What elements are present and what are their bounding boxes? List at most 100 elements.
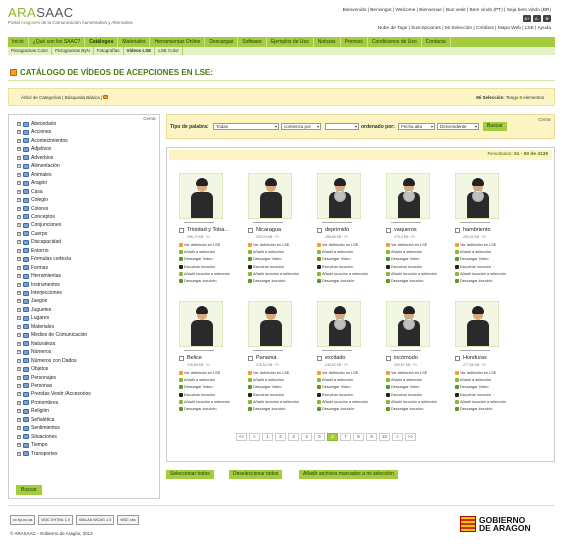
expand-icon[interactable]: + xyxy=(17,189,21,194)
expand-icon[interactable]: + xyxy=(17,324,21,329)
tree-item[interactable]: + Colegio xyxy=(17,197,48,203)
tree-item-label[interactable]: Señalética xyxy=(31,417,54,423)
tree-item[interactable]: + Fórmulas cortesía xyxy=(17,256,71,262)
video-controls[interactable] xyxy=(248,220,292,224)
tree-item[interactable]: + Colores xyxy=(17,206,48,212)
tree-item-label[interactable]: Pronombres xyxy=(31,400,58,406)
result-action-label[interactable]: Ver definición en LSE xyxy=(184,243,220,247)
tree-item[interactable]: + Transportes xyxy=(17,451,58,457)
result-action[interactable]: Añadir locución a selección xyxy=(317,271,368,276)
result-action[interactable]: Escuchar locución xyxy=(386,264,422,269)
result-action[interactable]: Ver definición en LSE xyxy=(248,243,289,247)
tree-item-label[interactable]: Tiempo xyxy=(31,442,48,448)
result-action-label[interactable]: Añadir a selección xyxy=(253,250,284,254)
result-action[interactable]: Descargar Vídeo xyxy=(317,385,351,390)
tree-item[interactable]: + Personajes xyxy=(17,375,56,381)
tree-item-label[interactable]: Personajes xyxy=(31,375,56,381)
result-action[interactable]: Ver definición en LSE xyxy=(248,371,289,375)
video-progress-bar[interactable] xyxy=(184,221,214,223)
expand-icon[interactable]: + xyxy=(17,299,21,304)
contrast-button[interactable]: ⊕ xyxy=(543,15,551,22)
result-action-label[interactable]: Descargar locución xyxy=(253,407,286,411)
tree-item-label[interactable]: Materiales xyxy=(31,324,54,330)
result-action-label[interactable]: Escuchar locución xyxy=(184,393,215,397)
result-word[interactable]: vaqueros xyxy=(394,227,417,233)
result-word[interactable]: excitado xyxy=(325,355,346,361)
result-action[interactable]: Escuchar locución xyxy=(455,392,491,397)
result-action-label[interactable]: Descargar Vídeo xyxy=(253,385,282,389)
page-link[interactable]: 3 xyxy=(288,433,299,441)
result-action-label[interactable]: Descargar Vídeo xyxy=(322,385,351,389)
expand-icon[interactable]: + xyxy=(17,147,21,152)
result-action-label[interactable]: Escuchar locución xyxy=(322,393,353,397)
tree-item-label[interactable]: Transportes xyxy=(31,451,58,457)
tree-item-label[interactable]: Juguetes xyxy=(31,307,51,313)
video-thumbnail[interactable] xyxy=(455,301,499,347)
expand-icon[interactable]: + xyxy=(17,375,21,380)
video-progress-bar[interactable] xyxy=(322,221,352,223)
result-action-label[interactable]: Descargar Vídeo xyxy=(391,257,420,261)
result-action[interactable]: Descargar Vídeo xyxy=(179,385,213,390)
page-link[interactable]: 5 xyxy=(314,433,325,441)
result-action-label[interactable]: Escuchar locución xyxy=(184,265,215,269)
result-action-label[interactable]: Descargar locución xyxy=(460,407,493,411)
result-action[interactable]: Ver definición en LSE xyxy=(455,371,496,375)
subnav-item[interactable]: Vídeos LSE xyxy=(124,47,156,55)
result-action-label[interactable]: Descargar Vídeo xyxy=(391,385,420,389)
video-progress-bar[interactable] xyxy=(391,221,421,223)
expand-icon[interactable]: + xyxy=(17,291,21,295)
tree-item-label[interactable]: Personas xyxy=(31,383,52,389)
result-action[interactable]: Añadir a selección xyxy=(455,250,491,255)
expand-icon[interactable]: + xyxy=(17,240,21,245)
result-action-label[interactable]: Descargar Vídeo xyxy=(460,385,489,389)
select-all-button[interactable]: Seleccionar todos xyxy=(166,470,214,479)
result-action[interactable]: Descargar locución xyxy=(317,407,355,411)
result-action[interactable]: Escuchar locución xyxy=(248,392,284,397)
nav-item[interactable]: Contacta xyxy=(422,37,451,47)
result-action[interactable]: Añadir a selección xyxy=(386,250,422,255)
video-progress-bar[interactable] xyxy=(253,349,283,351)
tree-item[interactable]: + Formas xyxy=(17,265,48,271)
nav-item[interactable]: Inicio xyxy=(8,37,29,47)
result-action[interactable]: Descargar locución xyxy=(455,407,493,411)
tree-item-label[interactable]: Religión xyxy=(31,408,49,414)
video-progress-bar[interactable] xyxy=(322,349,352,351)
tree-item[interactable]: + Herramientas xyxy=(17,273,61,279)
select-checkbox[interactable] xyxy=(455,228,460,233)
expand-icon[interactable]: + xyxy=(17,257,21,262)
tree-item-label[interactable]: Naturaleza xyxy=(31,341,55,347)
result-action[interactable]: Descargar locución xyxy=(386,407,424,411)
page-link[interactable]: 8 xyxy=(353,433,364,441)
tree-item-label[interactable]: Fórmulas cortesía xyxy=(31,256,71,262)
tree-item-label[interactable]: Colores xyxy=(31,206,48,212)
tree-item-label[interactable]: Números xyxy=(31,349,51,355)
page-link[interactable]: << xyxy=(236,433,247,441)
expand-icon[interactable]: + xyxy=(17,122,21,126)
subnav-item[interactable]: Pictogramas ByN xyxy=(52,47,94,55)
tree-item[interactable]: + Animales xyxy=(17,172,52,178)
page-link[interactable]: >> xyxy=(405,433,416,441)
filter-search-button[interactable]: Buscar xyxy=(483,122,507,131)
expand-icon[interactable]: + xyxy=(17,434,21,439)
result-action[interactable]: Añadir locución a selección xyxy=(455,399,506,404)
tree-item[interactable]: + Conjunciones xyxy=(17,222,61,228)
result-action-label[interactable]: Ver definición en LSE xyxy=(391,371,427,375)
result-action-label[interactable]: Descargar locución xyxy=(391,407,424,411)
nav-item[interactable]: Herramientas Online xyxy=(150,37,206,47)
gobierno-aragon-logo[interactable]: GOBIERNO DE ARAGON xyxy=(460,516,531,532)
result-word[interactable]: Belice xyxy=(187,355,202,361)
expand-icon[interactable]: + xyxy=(17,181,21,186)
nav-item[interactable]: Premios xyxy=(341,37,368,47)
result-action-label[interactable]: Escuchar locución xyxy=(253,393,284,397)
result-action-label[interactable]: Ver definición en LSE xyxy=(460,243,496,247)
nav-item[interactable]: Noticias xyxy=(314,37,341,47)
video-controls[interactable] xyxy=(386,348,430,352)
footer-badge[interactable]: WAI-AA WCAG 1.0 xyxy=(75,515,115,525)
tree-item[interactable]: + Números xyxy=(17,349,51,355)
result-action-label[interactable]: Escuchar locución xyxy=(391,393,422,397)
result-action-label[interactable]: Descargar Vídeo xyxy=(184,385,213,389)
tree-item-label[interactable]: Números con Dados xyxy=(31,358,77,364)
tree-item-label[interactable]: Medios de Comunicación xyxy=(31,332,87,338)
tree-item-label[interactable]: Conceptos xyxy=(31,214,55,220)
result-action[interactable]: Descargar Vídeo xyxy=(386,257,420,262)
